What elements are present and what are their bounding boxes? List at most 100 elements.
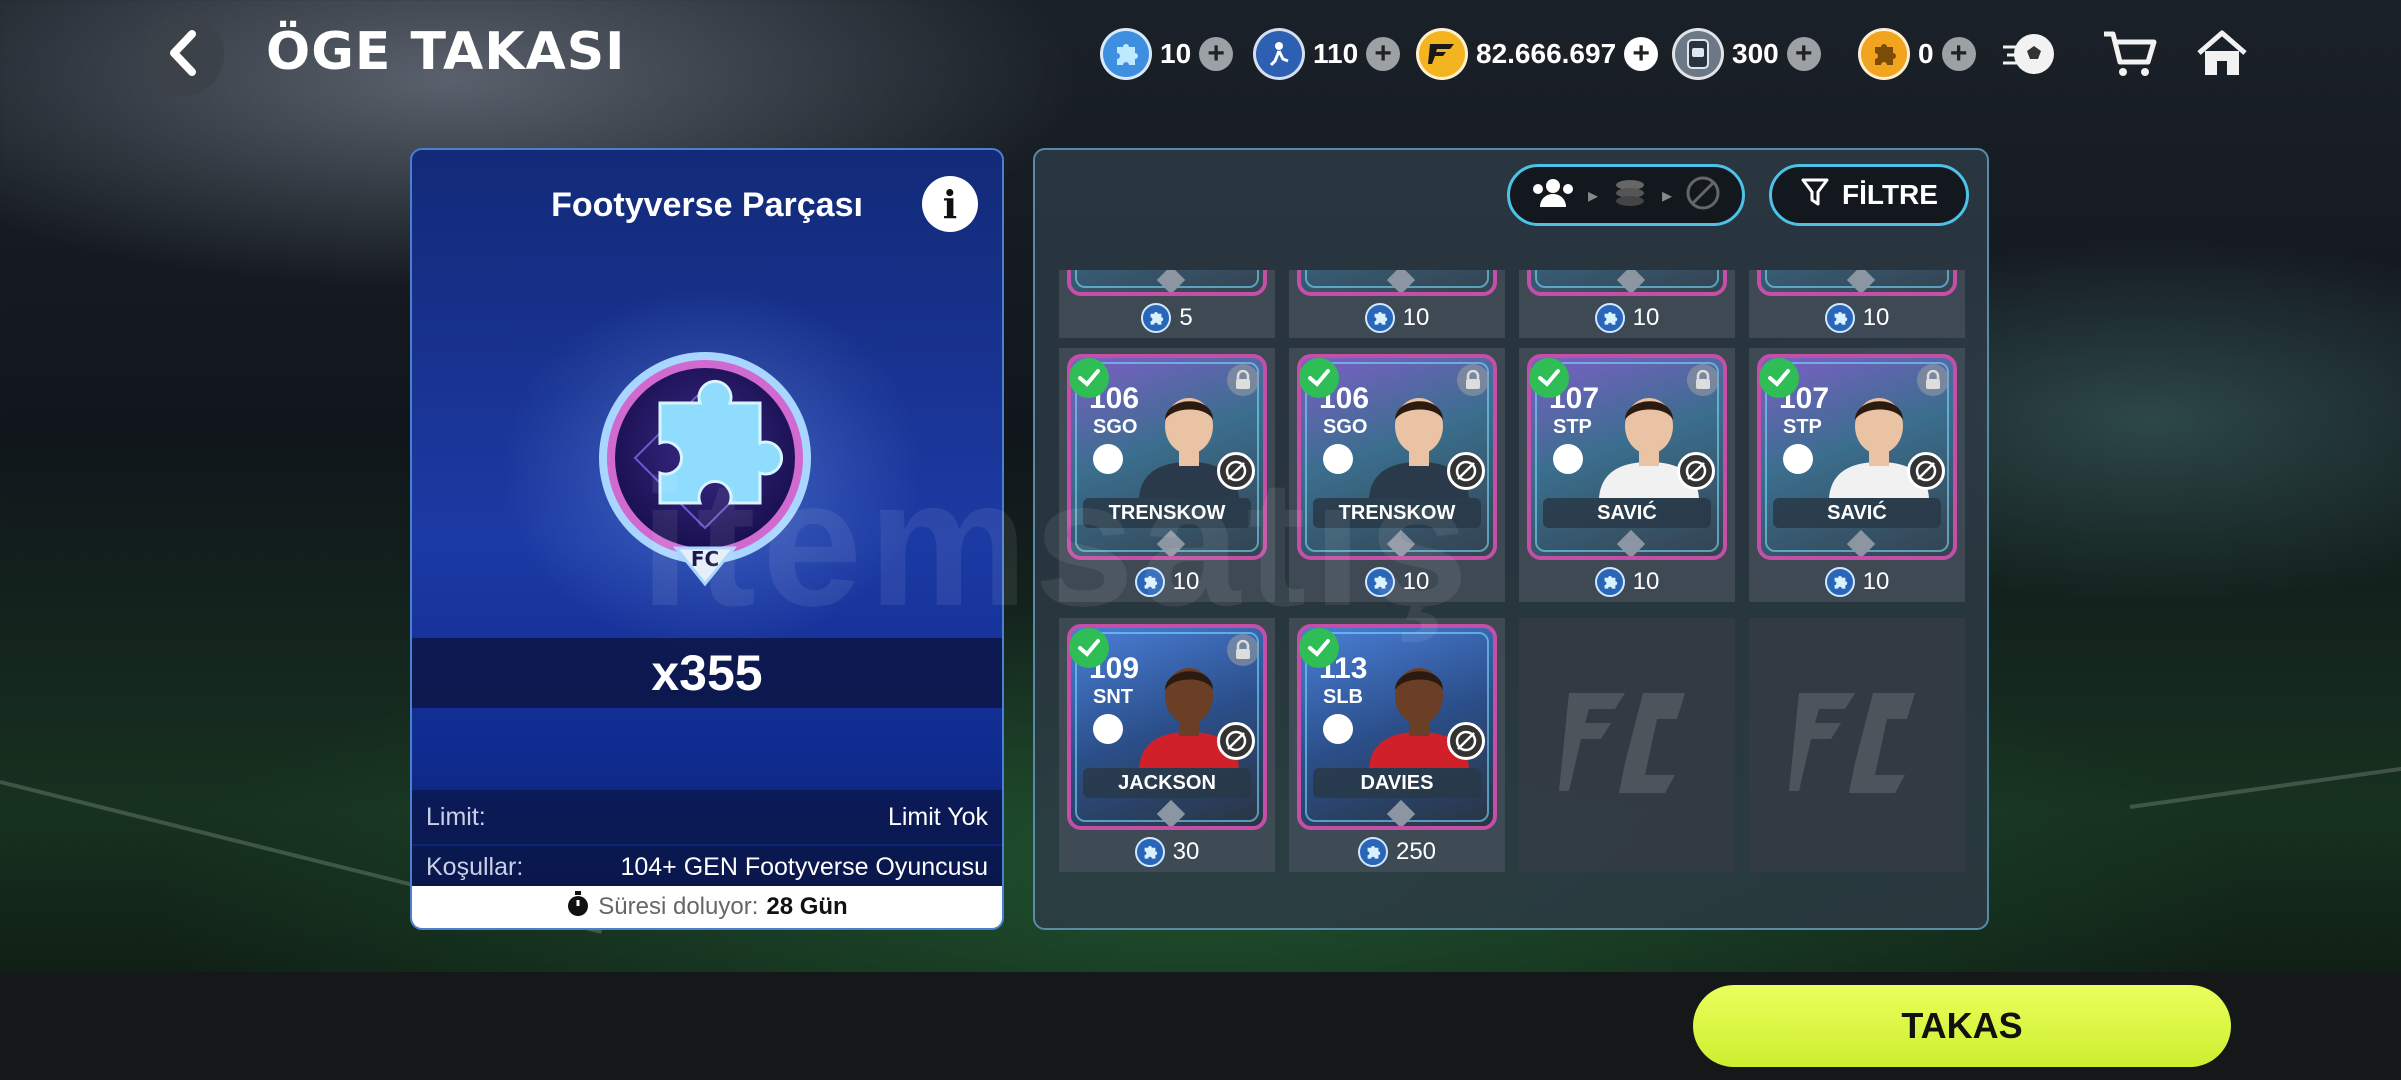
empty-card-slot[interactable] (1519, 618, 1735, 872)
card-cost-value: 10 (1632, 304, 1660, 331)
currency-kick: 110 + (1253, 26, 1401, 82)
player-card-slot[interactable]: 109 SNT JACKSON 30 (1059, 618, 1275, 872)
player-card: ANDRE LUIZ (1757, 270, 1957, 296)
player-card-slot[interactable]: JENSEN 5 (1059, 270, 1275, 338)
currency-gold-puzzle: 0 + (1858, 26, 1976, 82)
chevron-left-icon (166, 29, 200, 81)
currency-puzzle: 10 + (1100, 26, 1234, 82)
club-badge-icon (1093, 714, 1123, 744)
puzzle-piece-currency-icon (1357, 837, 1388, 867)
player-card-slot[interactable]: 106 SGO TRENSKOW 10 (1289, 348, 1505, 602)
player-grid[interactable]: JENSEN 5 TRENSKOW 10 ILENIKHENA 10 ANDRE LUIZ 1… (1035, 270, 1987, 920)
puzzle-piece-currency-icon (1134, 837, 1165, 867)
conditions-row: Koşullar: 104+ GEN Footyverse Oyuncusu (412, 846, 1002, 888)
no-trade-icon (1217, 722, 1255, 760)
currency-value: 110 (1313, 38, 1359, 69)
fc-logo-placeholder-icon (1559, 683, 1695, 808)
card-cost: 10 (1289, 566, 1505, 598)
selected-check-icon (1069, 628, 1109, 668)
selected-check-icon (1299, 628, 1339, 668)
card-cost-value: 10 (1402, 568, 1430, 595)
rarity-gem-icon (1386, 529, 1416, 556)
add-currency-button[interactable]: + (1941, 37, 1976, 71)
page-title: ÖGE TAKASI (266, 22, 626, 82)
card-cost-value: 10 (1402, 304, 1430, 331)
puzzle-piece-currency-icon (1134, 567, 1165, 597)
selected-check-icon (1529, 358, 1569, 398)
footyverse-piece-icon: FC (590, 348, 820, 598)
card-cost-value: 250 (1395, 838, 1437, 865)
limit-row: Limit: Limit Yok (412, 790, 1002, 844)
filter-button[interactable]: FİLTRE (1769, 164, 1969, 226)
lock-icon (1917, 364, 1949, 396)
rarity-gem-icon (1386, 270, 1416, 292)
card-cost: 10 (1059, 566, 1275, 598)
player-card-slot[interactable]: 107 STP SAVIĆ 10 (1749, 348, 1965, 602)
club-badge-icon (1783, 444, 1813, 474)
player-name: DAVIES (1313, 768, 1481, 798)
rarity-gem-icon (1156, 270, 1186, 292)
player-card-slot[interactable]: 113 SLB DAVIES 250 (1289, 618, 1505, 872)
add-currency-button[interactable]: + (1199, 37, 1234, 71)
puzzle-piece-currency-icon (1824, 567, 1855, 597)
rarity-gem-icon (1386, 799, 1416, 826)
trade-chain-indicator[interactable]: ▸ ▸ (1507, 164, 1745, 226)
no-trade-icon (1447, 452, 1485, 490)
card-cost-value: 10 (1172, 568, 1200, 595)
player-position: SNT (1093, 686, 1133, 708)
info-icon[interactable]: i (922, 176, 978, 232)
card-cost: 5 (1059, 302, 1275, 334)
currency-token: 300 + (1672, 26, 1821, 82)
expiry-value: 28 Gün (766, 893, 848, 920)
rarity-gem-icon (1616, 529, 1646, 556)
stopwatch-icon (566, 890, 590, 924)
no-trade-icon (1907, 452, 1945, 490)
lock-icon (1687, 364, 1719, 396)
cart-icon[interactable] (2098, 22, 2162, 86)
back-button[interactable] (142, 14, 224, 96)
limit-value: Limit Yok (887, 802, 988, 831)
add-currency-button[interactable]: + (1366, 37, 1401, 71)
soccer-ball-icon[interactable] (1998, 22, 2062, 86)
card-cost: 30 (1059, 836, 1275, 868)
player-selection-panel: ▸ ▸ FİLTRE JENSEN 5 TRENSKOW 10 ILENIKHENA 10… (1033, 148, 1989, 930)
player-kick-currency-icon (1253, 28, 1305, 80)
conditions-value: 104+ GEN Footyverse Oyuncusu (620, 852, 988, 881)
player-position: STP (1783, 416, 1822, 438)
currency-value: 10 (1160, 38, 1192, 69)
card-cost-value: 5 (1179, 304, 1193, 331)
player-card-slot[interactable]: 106 SGO TRENSKOW 10 (1059, 348, 1275, 602)
card-cost-value: 10 (1632, 568, 1660, 595)
puzzle-piece-currency-icon (1364, 303, 1395, 333)
card-cost: 10 (1289, 302, 1505, 334)
team-icon (1530, 177, 1576, 214)
rarity-gem-icon (1846, 270, 1876, 292)
trade-button[interactable]: TAKAS (1693, 985, 2231, 1067)
pitch-line (2129, 766, 2401, 809)
player-card: TRENSKOW (1297, 270, 1497, 296)
player-card-slot[interactable]: ILENIKHENA 10 (1519, 270, 1735, 338)
gold-puzzle-currency-icon (1858, 28, 1910, 80)
player-name: JACKSON (1083, 768, 1251, 798)
player-card: JENSEN (1067, 270, 1267, 296)
selected-check-icon (1069, 358, 1109, 398)
home-icon[interactable] (2190, 22, 2254, 86)
card-cost-value: 10 (1862, 304, 1890, 331)
player-card-slot[interactable]: ANDRE LUIZ 10 (1749, 270, 1965, 338)
puzzle-piece-currency-icon (1594, 303, 1625, 333)
expiry-bar: Süresi doluyor: 28 Gün (412, 886, 1002, 928)
player-name: SAVIĆ (1773, 498, 1941, 528)
player-card-slot[interactable]: TRENSKOW 10 (1289, 270, 1505, 338)
add-currency-button[interactable]: + (1786, 37, 1821, 71)
puzzle-piece-currency-icon (1594, 567, 1625, 597)
puzzle-piece-currency-icon (1100, 28, 1152, 80)
card-cost: 250 (1289, 836, 1505, 868)
rarity-gem-icon (1616, 270, 1646, 292)
card-cost: 10 (1519, 302, 1735, 334)
empty-card-slot[interactable] (1749, 618, 1965, 872)
add-currency-button[interactable]: + (1624, 37, 1659, 71)
item-title: Footyverse Parçası (551, 186, 863, 224)
no-trade-icon (1684, 174, 1722, 217)
player-card-slot[interactable]: 107 STP SAVIĆ 10 (1519, 348, 1735, 602)
chain-arrow-icon: ▸ (1587, 184, 1598, 207)
